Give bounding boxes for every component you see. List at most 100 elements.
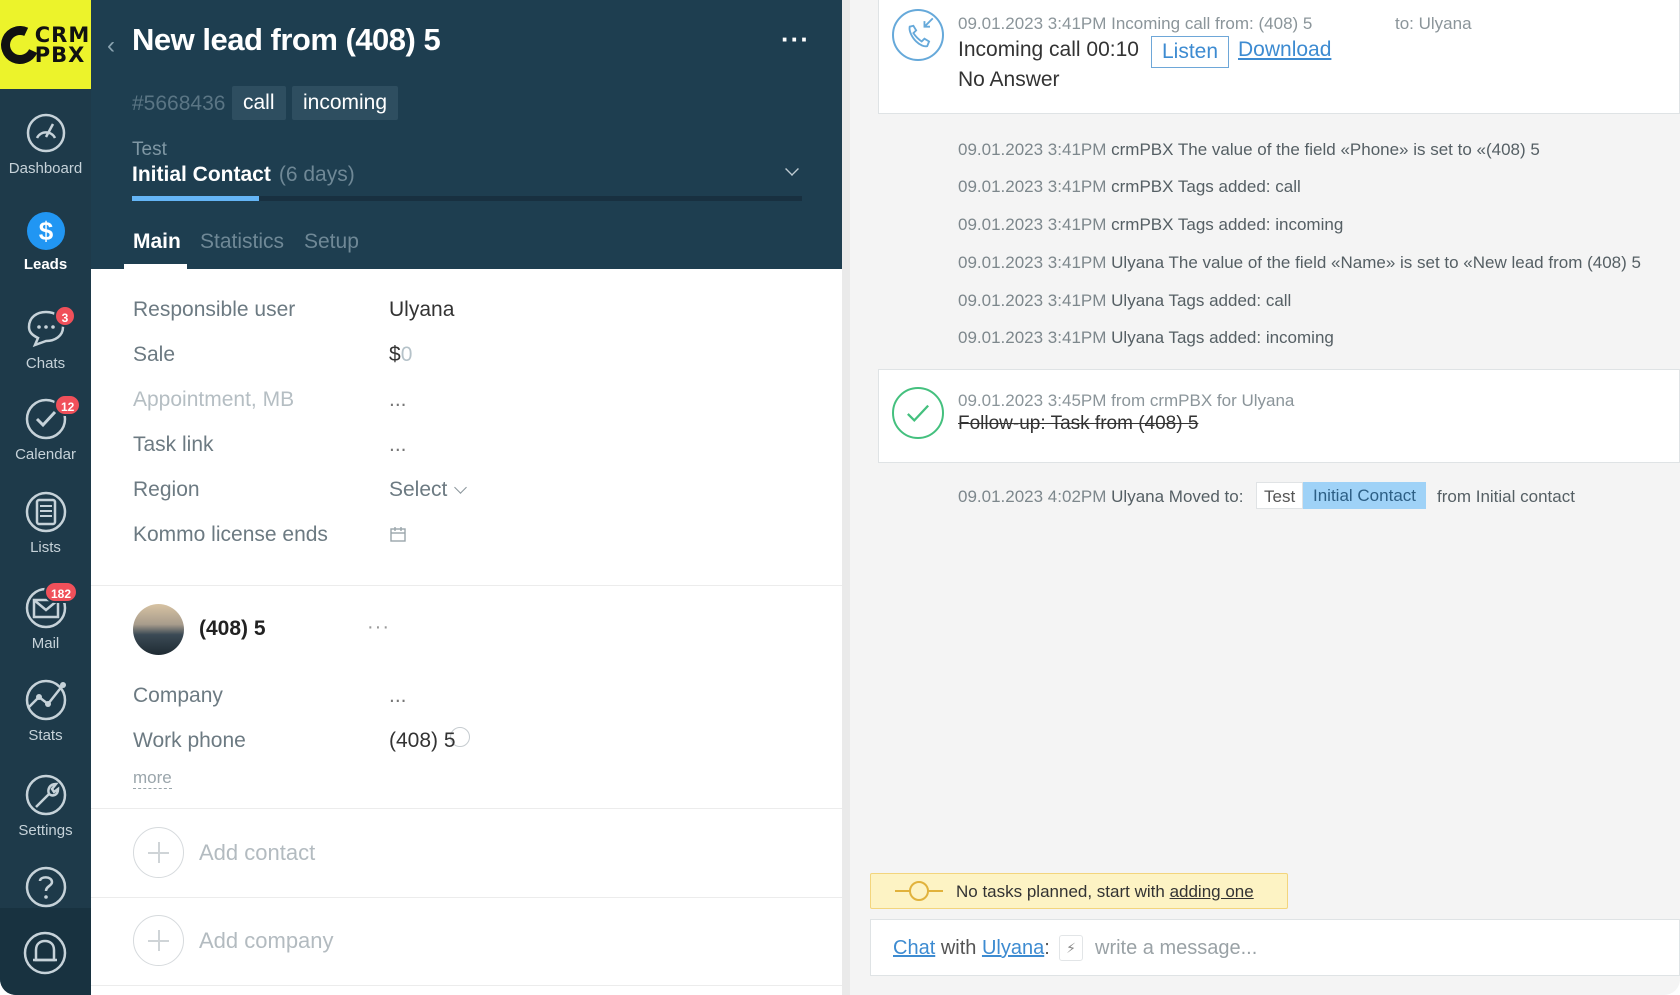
feed-note: 09.01.2023 3:41PM crmPBX Tags added: inc… (958, 215, 1343, 235)
lightning-icon[interactable]: ⚡ (1059, 935, 1083, 961)
task-done-icon[interactable] (892, 387, 944, 439)
mail-badge: 182 (44, 581, 79, 603)
feed-note: 09.01.2023 3:41PM Ulyana The value of th… (958, 253, 1641, 273)
tab-main[interactable]: Main (133, 230, 181, 254)
add-contact-button[interactable]: Add contact (133, 827, 633, 879)
back-chevron-icon[interactable]: ‹ (107, 32, 115, 60)
field-value-task-link[interactable]: ... (389, 433, 407, 457)
note-time: 09.01.2023 3:41PM (958, 328, 1107, 347)
lead-id: #5668436 (132, 92, 226, 115)
listen-button[interactable]: Listen (1151, 36, 1230, 68)
chat-with-text: with (940, 937, 977, 959)
notifications-button[interactable] (0, 908, 91, 995)
app-window: CRM PBX Dashboard $ Leads Chats 3 Calend… (0, 0, 1680, 995)
field-label-kommo-license: Kommo license ends (133, 523, 328, 546)
clock-icon (909, 881, 929, 901)
field-value-appointment[interactable]: ... (389, 388, 407, 412)
chat-colon: : (1044, 937, 1050, 959)
note-time: 09.01.2023 3:41PM (958, 253, 1107, 272)
field-label-task-link: Task link (133, 433, 214, 456)
sidebar: CRM PBX Dashboard $ Leads Chats 3 Calend… (0, 0, 91, 995)
stage-name: Initial Contact (132, 163, 271, 186)
help-button[interactable] (0, 864, 91, 914)
stage-selector[interactable]: Initial Contact (6 days) (132, 163, 355, 187)
note-text: crmPBX Tags added: call (1111, 177, 1301, 196)
plus-icon (133, 915, 184, 966)
active-tab-indicator (124, 264, 187, 269)
field-value-company[interactable]: ... (389, 684, 407, 708)
lead-menu-button[interactable]: ··· (781, 24, 810, 55)
tab-setup[interactable]: Setup (304, 230, 359, 254)
region-select[interactable]: Select (389, 478, 468, 502)
lead-card: ‹ New lead from (408) 5 ··· #5668436 cal… (91, 0, 842, 995)
call-status: No Answer (958, 68, 1060, 91)
sidebar-item-label: Lists (30, 539, 61, 556)
note-time: 09.01.2023 3:41PM (958, 177, 1107, 196)
plus-icon (133, 827, 184, 878)
sidebar-item-chats[interactable]: Chats 3 (0, 305, 91, 372)
sidebar-item-leads[interactable]: $ Leads (0, 206, 91, 273)
tag-call[interactable]: call (232, 86, 286, 120)
field-value-sale[interactable]: $0 (389, 343, 412, 367)
divider (91, 985, 842, 986)
contact-menu-button[interactable]: ··· (367, 616, 390, 639)
contact-name[interactable]: (408) 5 (199, 617, 266, 641)
sidebar-item-label: Mail (31, 635, 60, 652)
chats-badge: 3 (54, 305, 76, 327)
sale-amount: 0 (400, 343, 413, 366)
sidebar-item-label: Settings (18, 822, 73, 839)
note-time: 09.01.2023 3:41PM (958, 140, 1107, 159)
logo-text-2: PBX (34, 42, 86, 67)
sidebar-item-mail[interactable]: Mail 182 (0, 581, 91, 652)
add-task-link[interactable]: adding one (1170, 882, 1254, 901)
pipeline-chip: Test (1256, 482, 1304, 509)
logo[interactable]: CRM PBX (0, 0, 91, 89)
note-time: 09.01.2023 4:02PM (958, 487, 1107, 506)
download-link[interactable]: Download (1238, 38, 1331, 62)
note-text: Ulyana Tags added: call (1111, 291, 1292, 310)
incoming-call-icon (892, 9, 944, 61)
chat-link[interactable]: Chat (893, 937, 935, 959)
sidebar-item-calendar[interactable]: Calendar 12 (0, 394, 91, 463)
note-text: Ulyana The value of the field «Name» is … (1111, 253, 1641, 272)
tag-incoming[interactable]: incoming (292, 86, 399, 120)
field-value-responsible[interactable]: Ulyana (389, 298, 454, 322)
sidebar-item-label: Dashboard (8, 160, 83, 177)
sidebar-item-dashboard[interactable]: Dashboard (0, 110, 91, 177)
help-icon (25, 866, 66, 908)
divider (91, 585, 842, 586)
sidebar-item-label: Stats (28, 727, 63, 744)
tab-statistics[interactable]: Statistics (200, 230, 284, 254)
stats-icon (25, 679, 66, 721)
more-link[interactable]: more (133, 768, 172, 789)
sidebar-item-settings[interactable]: Settings (0, 772, 91, 839)
chat-composer[interactable]: Chat with Ulyana: ⚡ write a message... (870, 919, 1680, 976)
note-time: 09.01.2023 3:41PM (958, 291, 1107, 310)
calendar-picker-icon[interactable] (389, 526, 407, 544)
chat-recipient-link[interactable]: Ulyana (982, 937, 1044, 959)
logo-text-1: CRM (34, 22, 91, 47)
feed-note: 09.01.2023 3:41PM crmPBX Tags added: cal… (958, 177, 1301, 197)
field-label-sale: Sale (133, 343, 176, 366)
leads-icon: $ (26, 212, 65, 250)
add-company-button[interactable]: Add company (133, 915, 633, 967)
field-value-work-phone[interactable]: (408) 5 (389, 729, 456, 753)
call-duration: Incoming call 00:10 (958, 38, 1139, 61)
avatar[interactable] (133, 604, 184, 655)
sidebar-item-label: Calendar (15, 446, 76, 463)
lead-title[interactable]: New lead from (408) 5 (132, 22, 441, 58)
no-tasks-text: No tasks planned, start with (956, 882, 1165, 901)
calendar-badge: 12 (54, 394, 82, 416)
stage-chip: Initial Contact (1303, 482, 1426, 509)
chevron-down-icon (454, 481, 468, 494)
feed-note: 09.01.2023 3:41PM Ulyana Tags added: inc… (958, 328, 1334, 348)
add-company-label: Add company (199, 928, 334, 953)
sidebar-item-stats[interactable]: Stats (0, 677, 91, 744)
note-time: 09.01.2023 3:41PM (958, 215, 1107, 234)
sidebar-item-lists[interactable]: Lists (0, 489, 91, 556)
chevron-down-icon[interactable] (785, 162, 799, 176)
pipeline-name: Test (132, 139, 167, 160)
message-input[interactable]: write a message... (1095, 937, 1257, 960)
svg-text:$: $ (38, 216, 53, 246)
task-title[interactable]: Follow-up: Task from (408) 5 (958, 413, 1198, 435)
